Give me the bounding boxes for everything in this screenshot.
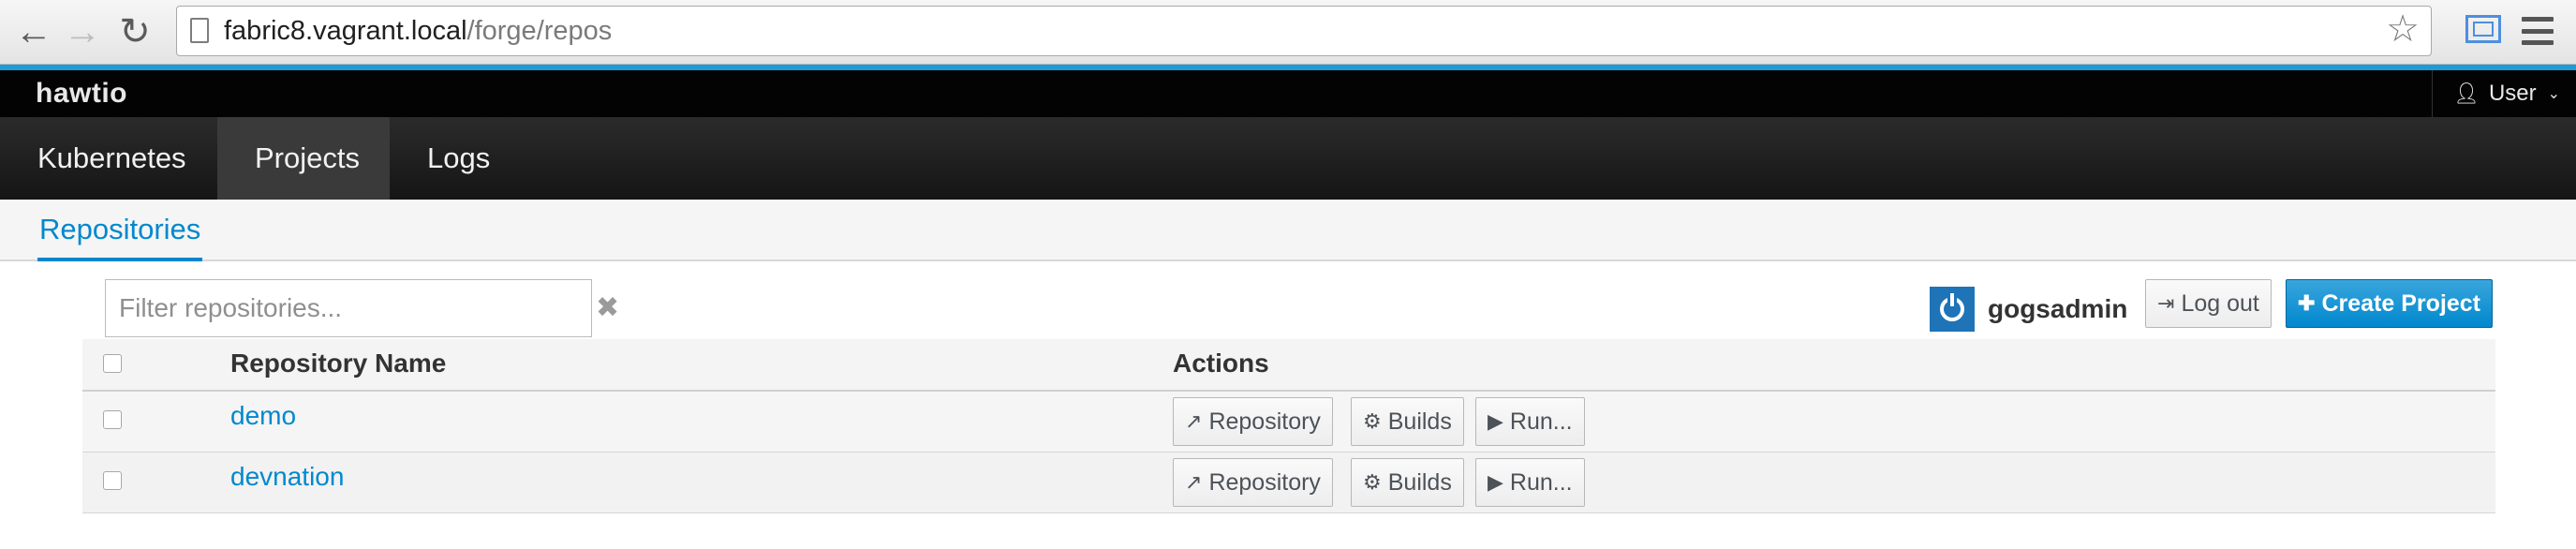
filter-repositories-input[interactable] (105, 279, 592, 337)
bookmark-star-icon[interactable]: ☆ (2386, 10, 2420, 48)
builds-button[interactable]: ⚙ Builds (1351, 397, 1464, 446)
column-header-actions: Actions (1173, 349, 1269, 378)
nav-item-label: Logs (427, 141, 491, 174)
repository-button-label: Repository (1208, 468, 1321, 496)
page-icon (190, 18, 209, 43)
nav-item-label: Kubernetes (37, 141, 186, 174)
row-checkbox[interactable] (103, 471, 122, 490)
external-link-icon: ↗ (1185, 470, 1203, 494)
tab-repositories[interactable]: Repositories (37, 213, 203, 261)
run-button-label: Run... (1509, 468, 1573, 496)
gear-icon: ⚙ (1363, 409, 1382, 433)
back-arrow-icon[interactable]: ← (9, 7, 58, 56)
run-button[interactable]: ▶ Run... (1475, 458, 1585, 507)
gear-icon: ⚙ (1363, 470, 1382, 494)
logout-label: Log out (2181, 289, 2259, 317)
nav-item-logs[interactable]: Logs (390, 117, 530, 200)
url-text: fabric8.vagrant.local/forge/repos (224, 16, 612, 47)
column-header-repository-name: Repository Name (230, 349, 447, 378)
reload-icon[interactable]: ↻ (111, 7, 159, 56)
account-name: gogsadmin (1988, 294, 2128, 323)
nav-item-kubernetes[interactable]: Kubernetes (0, 117, 217, 200)
nav-item-label: Projects (255, 141, 360, 174)
url-path: /forge/repos (466, 16, 613, 46)
run-button[interactable]: ▶ Run... (1475, 397, 1585, 446)
user-label: User (2488, 81, 2537, 106)
repositories-table: Repository Name Actions demo ↗ Repositor… (82, 339, 2495, 513)
builds-button-label: Builds (1387, 408, 1452, 435)
clear-filter-icon[interactable]: ✖ (596, 294, 619, 322)
nav-item-projects[interactable]: Projects (217, 117, 390, 200)
builds-button[interactable]: ⚙ Builds (1351, 458, 1464, 507)
table-row: devnation ↗ Repository ⚙ Builds ▶ Run... (82, 453, 2495, 513)
address-bar[interactable]: fabric8.vagrant.local/forge/repos ☆ (176, 6, 2432, 56)
forward-arrow-icon[interactable]: → (58, 7, 107, 56)
select-all-checkbox[interactable] (103, 354, 122, 373)
repository-button-label: Repository (1208, 408, 1321, 435)
chevron-down-icon: ⌄ (2547, 86, 2561, 102)
repository-link[interactable]: devnation (230, 462, 344, 492)
browser-toolbar: ← → ↻ fabric8.vagrant.local/forge/repos … (0, 0, 2576, 65)
main-navigation: Kubernetes Projects Logs (0, 117, 2576, 200)
tab-label: Repositories (39, 213, 201, 245)
table-header: Repository Name Actions (82, 339, 2495, 392)
builds-button-label: Builds (1387, 468, 1452, 496)
cast-icon[interactable] (2465, 15, 2501, 43)
run-button-label: Run... (1509, 408, 1573, 435)
sub-navigation: Repositories (0, 200, 2576, 261)
gogs-power-icon (1930, 287, 1975, 332)
app-topbar: hawtio 👤︎ User ⌄ (0, 70, 2576, 117)
browser-menu-icon[interactable] (2522, 17, 2554, 45)
create-project-button[interactable]: ✚ Create Project (2286, 279, 2493, 328)
play-circle-icon: ▶ (1488, 409, 1503, 433)
repository-button[interactable]: ↗ Repository (1173, 458, 1333, 507)
repository-button[interactable]: ↗ Repository (1173, 397, 1333, 446)
create-project-label: Create Project (2321, 289, 2480, 317)
play-circle-icon: ▶ (1488, 470, 1503, 494)
url-host: fabric8.vagrant.local (224, 16, 467, 46)
table-row: demo ↗ Repository ⚙ Builds ▶ Run... (82, 392, 2495, 453)
plus-icon: ✚ (2298, 291, 2316, 315)
external-link-icon: ↗ (1185, 409, 1203, 433)
row-checkbox[interactable] (103, 410, 122, 429)
logout-button[interactable]: ⇥ Log out (2145, 279, 2272, 328)
repository-link[interactable]: demo (230, 401, 296, 431)
hawtio-logo[interactable]: hawtio (36, 78, 127, 110)
user-icon: 👤︎ (2453, 82, 2480, 105)
logo-text: hawtio (36, 78, 127, 109)
user-menu[interactable]: 👤︎ User ⌄ (2432, 70, 2576, 117)
sign-out-icon: ⇥ (2157, 291, 2175, 315)
